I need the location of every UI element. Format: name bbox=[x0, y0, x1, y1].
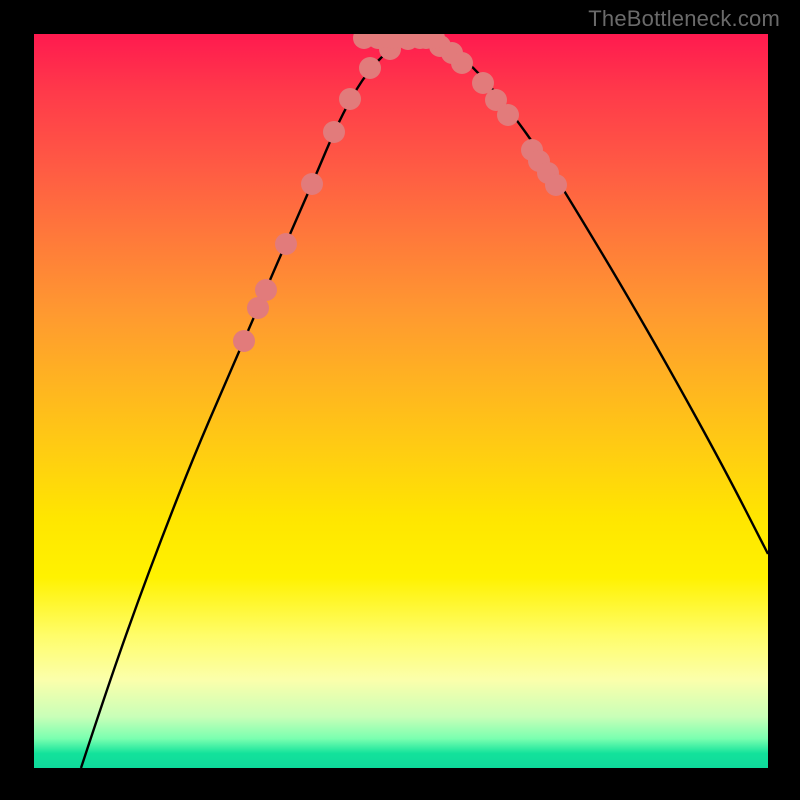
curve-dot bbox=[255, 279, 277, 301]
curve-dot bbox=[497, 104, 519, 126]
curve-dot bbox=[323, 121, 345, 143]
curve-dots-group bbox=[233, 34, 567, 352]
curve-svg bbox=[34, 34, 768, 768]
curve-dot bbox=[275, 233, 297, 255]
bottleneck-curve bbox=[81, 38, 768, 768]
curve-dot bbox=[359, 57, 381, 79]
curve-dot bbox=[301, 173, 323, 195]
plot-area bbox=[34, 34, 768, 768]
chart-frame: TheBottleneck.com bbox=[0, 0, 800, 800]
curve-dot bbox=[545, 174, 567, 196]
curve-dot bbox=[233, 330, 255, 352]
curve-dot bbox=[451, 52, 473, 74]
watermark-text: TheBottleneck.com bbox=[588, 6, 780, 32]
curve-dot bbox=[339, 88, 361, 110]
